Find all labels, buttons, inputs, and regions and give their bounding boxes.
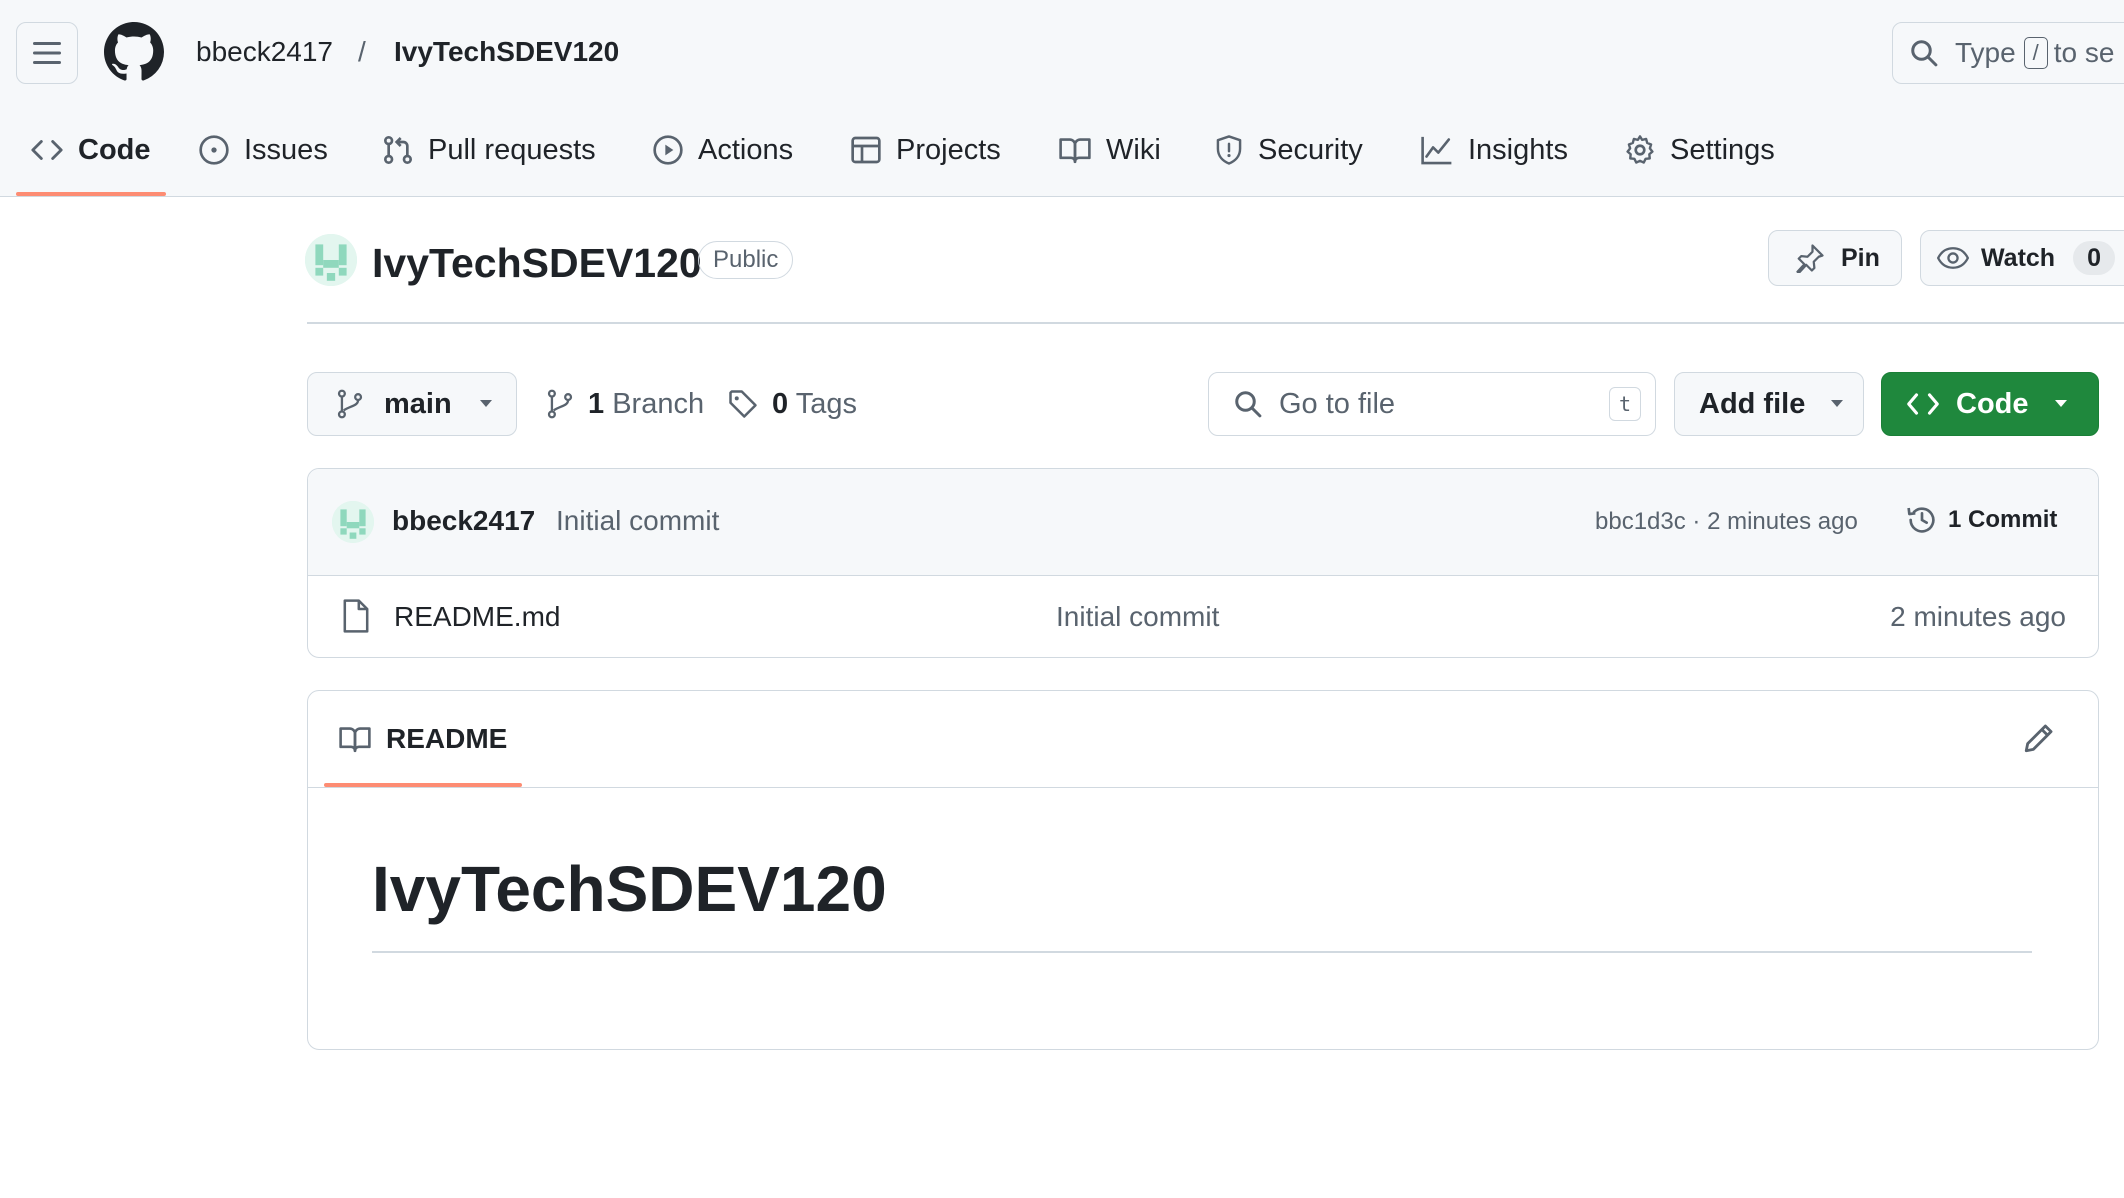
commit-sha-time[interactable]: bbc1d3c · 2 minutes ago: [1595, 505, 1858, 539]
go-to-file-shortcut: t: [1609, 387, 1641, 421]
file-listing: bbeck2417 Initial commit bbc1d3c · 2 min…: [307, 468, 2099, 658]
code-icon: [1907, 393, 1939, 415]
file-icon: [343, 599, 369, 633]
branch-label: Branch: [612, 388, 705, 420]
file-row[interactable]: README.md Initial commit 2 minutes ago: [308, 575, 2098, 657]
tab-label: Actions: [698, 133, 794, 166]
file-commit-message[interactable]: Initial commit: [1056, 599, 1219, 635]
search-prefix: Type: [1955, 37, 2016, 68]
commit-count-label: 1 Commit: [1948, 506, 2058, 533]
commit-message[interactable]: Initial commit: [556, 503, 719, 539]
book-icon: [339, 727, 371, 753]
search-box[interactable]: Type / to se: [1892, 22, 2124, 84]
menu-button[interactable]: [16, 22, 78, 84]
search-icon: [1911, 40, 1938, 67]
readme-tab-indicator: [324, 783, 522, 787]
latest-commit-row: bbeck2417 Initial commit bbc1d3c · 2 min…: [308, 469, 2098, 576]
breadcrumb-repo[interactable]: IvyTechSDEV120: [394, 34, 619, 70]
identicon-icon: [305, 234, 357, 286]
branch-name: main: [384, 387, 452, 420]
caret-down-icon: [1831, 400, 1844, 407]
author-avatar[interactable]: [332, 501, 374, 543]
github-logo-icon[interactable]: [104, 22, 164, 82]
repo-title[interactable]: IvyTechSDEV120: [372, 238, 702, 288]
readme-tab[interactable]: README: [338, 719, 507, 759]
file-commit-time: 2 minutes ago: [1890, 601, 2066, 632]
search-suffix: to se: [2053, 37, 2115, 68]
git-branch-icon: [337, 389, 363, 419]
tab-security[interactable]: Security: [1214, 128, 1363, 172]
caret-down-icon: [479, 400, 492, 407]
issue-opened-icon: [199, 135, 229, 165]
identicon-icon: [332, 501, 374, 543]
tag-label: Tags: [795, 388, 857, 420]
shield-icon: [1216, 135, 1242, 165]
branch-select-button[interactable]: main: [307, 372, 517, 436]
tab-insights[interactable]: Insights: [1420, 128, 1568, 172]
readme-heading: IvyTechSDEV120: [372, 853, 887, 925]
add-file-button[interactable]: Add file: [1674, 372, 1864, 436]
tag-count: 0: [772, 388, 789, 420]
watch-button[interactable]: Watch 0: [1920, 230, 2124, 286]
pin-button[interactable]: Pin: [1768, 230, 1902, 286]
visibility-badge: Public: [698, 241, 794, 279]
hamburger-icon: [33, 42, 61, 64]
owner-avatar[interactable]: [305, 234, 357, 286]
tab-wiki[interactable]: Wiki: [1058, 128, 1161, 172]
tab-label: Projects: [896, 133, 1001, 166]
breadcrumb-separator: /: [358, 36, 366, 67]
selected-tab-indicator: [16, 192, 166, 196]
readme-header: README: [308, 691, 2098, 788]
play-icon: [653, 135, 683, 165]
go-to-file-placeholder: Go to file: [1279, 387, 1396, 420]
git-branch-icon: [547, 389, 573, 419]
eye-icon: [1937, 247, 1969, 269]
title-divider: [307, 322, 2124, 324]
tab-label: Security: [1258, 133, 1363, 166]
graph-icon: [1421, 136, 1452, 165]
tab-issues[interactable]: Issues: [198, 128, 328, 172]
tags-link[interactable]: 0 Tags: [728, 384, 857, 424]
pin-icon: [1796, 244, 1824, 273]
code-icon: [31, 140, 63, 160]
commit-author[interactable]: bbeck2417: [392, 503, 535, 539]
tab-projects[interactable]: Projects: [850, 128, 1001, 172]
tab-label: Pull requests: [428, 133, 596, 166]
go-to-file-input[interactable]: Go to file t: [1208, 372, 1656, 436]
watch-label: Watch: [1981, 243, 2056, 272]
tab-label: Wiki: [1106, 133, 1161, 166]
tab-label: Code: [78, 133, 151, 166]
breadcrumb-owner[interactable]: bbeck2417: [196, 34, 333, 70]
pin-label: Pin: [1841, 243, 1880, 272]
git-pull-request-icon: [384, 136, 412, 164]
tab-pull-requests[interactable]: Pull requests: [382, 128, 596, 172]
branches-link[interactable]: 1 Branch: [546, 384, 704, 424]
tab-label: Settings: [1670, 133, 1775, 166]
tag-icon: [729, 390, 757, 418]
commit-history-link[interactable]: 1 Commit: [1906, 503, 2057, 537]
tab-label: Insights: [1468, 133, 1568, 166]
tab-settings[interactable]: Settings: [1624, 128, 1775, 172]
file-name[interactable]: README.md: [394, 599, 560, 635]
search-shortcut-key: /: [2023, 37, 2048, 69]
tab-code[interactable]: Code: [30, 128, 151, 172]
add-file-label: Add file: [1699, 387, 1806, 420]
book-icon: [1059, 138, 1091, 164]
readme-panel: README IvyTechSDEV120: [307, 690, 2099, 1050]
search-icon: [1235, 391, 1262, 418]
readme-tab-label: README: [386, 723, 508, 754]
caret-down-icon: [2054, 400, 2067, 407]
code-button[interactable]: Code: [1881, 372, 2099, 436]
gear-icon: [1626, 135, 1654, 164]
code-button-label: Code: [1956, 387, 2029, 420]
tab-actions[interactable]: Actions: [652, 128, 793, 172]
tab-label: Issues: [244, 133, 328, 166]
table-icon: [851, 136, 881, 164]
branch-count: 1: [588, 388, 605, 420]
readme-heading-rule: [372, 951, 2032, 953]
pencil-icon[interactable]: [2022, 721, 2056, 755]
watch-count: 0: [2073, 241, 2115, 275]
history-icon: [1907, 507, 1935, 533]
app-header: bbeck2417 / IvyTechSDEV120 Type / to se …: [0, 0, 2124, 197]
